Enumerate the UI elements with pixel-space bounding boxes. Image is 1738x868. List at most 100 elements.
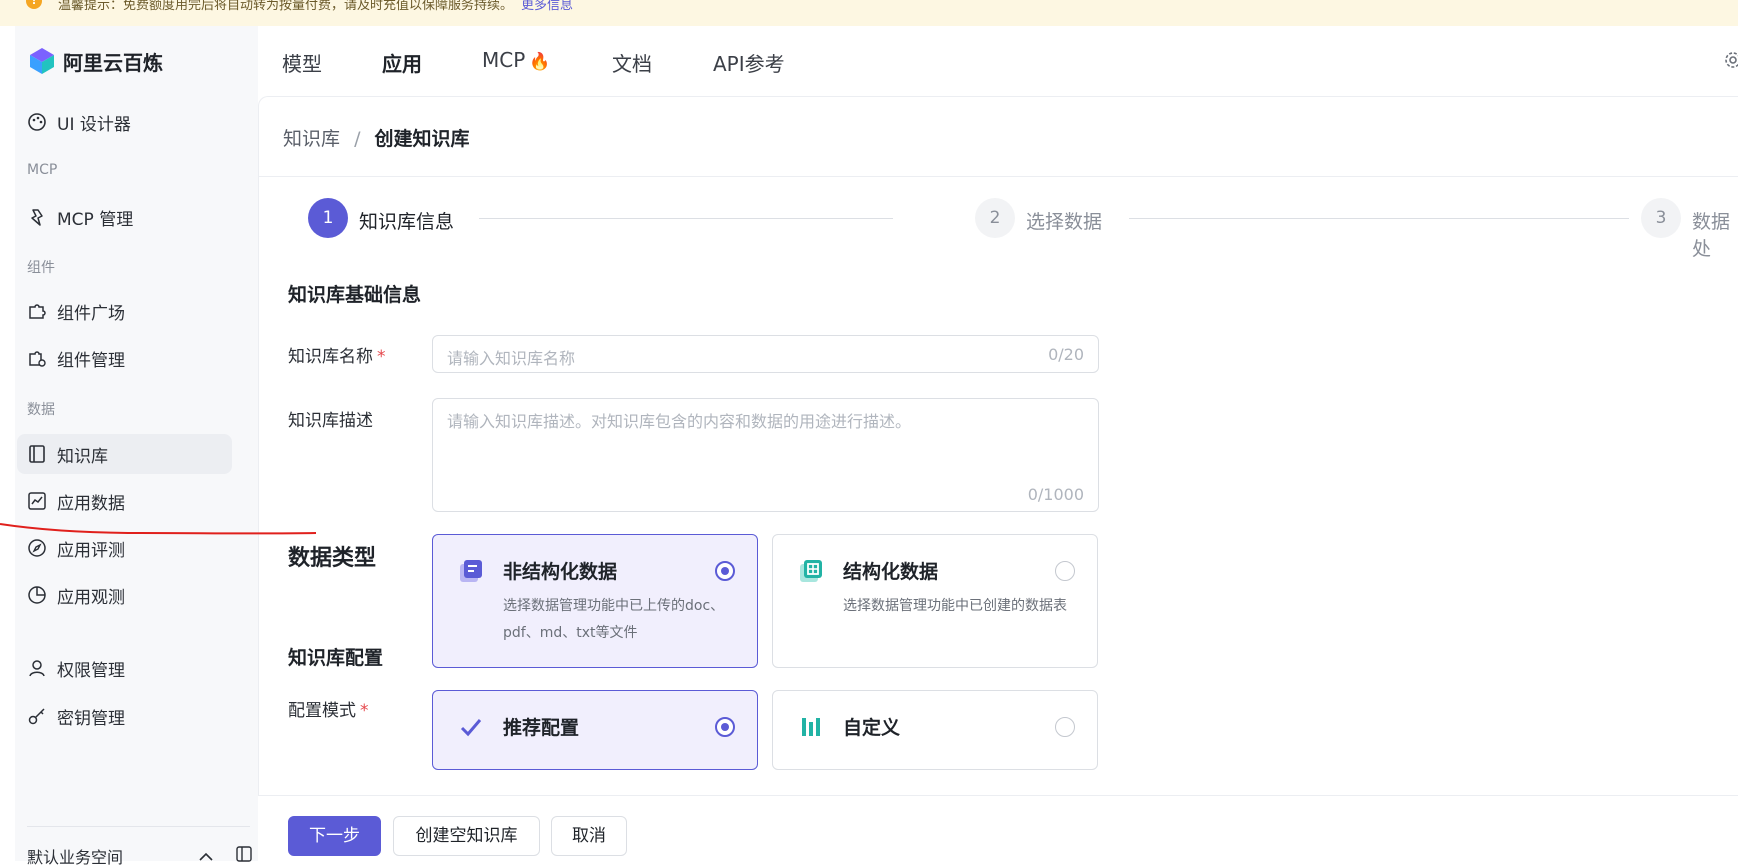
sidebar-item-keys[interactable]: 密钥管理 [17, 696, 232, 736]
footer-actions: 下一步 创建空知识库 取消 [258, 795, 1738, 861]
nav-models[interactable]: 模型 [282, 48, 322, 77]
warning-icon: ! [26, 0, 42, 9]
sidebar-divider [27, 826, 250, 827]
section-config-title: 知识库配置 [288, 647, 384, 669]
radio-unselected[interactable] [1055, 717, 1075, 737]
create-empty-kb-button[interactable]: 创建空知识库 [393, 816, 540, 856]
sidebar-item-label: 密钥管理 [57, 708, 125, 729]
name-label-text: 知识库名称 [288, 347, 373, 367]
nav-docs[interactable]: 文档 [612, 48, 652, 77]
data-type-label: 数据类型 [288, 546, 377, 571]
radio-selected[interactable] [715, 717, 735, 737]
option-title: 结构化数据 [843, 561, 939, 583]
key-icon [27, 706, 47, 726]
gear-icon[interactable] [1723, 50, 1738, 74]
check-icon [460, 719, 482, 737]
notice-message: 温馨提示：免费额度用完后将自动转为按量付费，请及时充值以保障服务持续。 [58, 0, 514, 13]
step-3-label: 数据处 [1692, 211, 1731, 260]
document-icon [460, 560, 482, 582]
config-mode-label: 配置模式 * [288, 696, 369, 721]
workspace-name: 默认业务空间 [27, 848, 124, 867]
step-connector [1129, 218, 1629, 219]
app-logo[interactable]: 阿里云百炼 [27, 46, 163, 76]
desc-field-label: 知识库描述 [288, 411, 373, 431]
line-chart-icon [27, 491, 47, 511]
sidebar-item-permissions[interactable]: 权限管理 [17, 648, 232, 688]
notice-more-link[interactable]: 更多信息 [521, 0, 573, 13]
next-step-button[interactable]: 下一步 [288, 816, 381, 856]
radio-selected[interactable] [715, 561, 735, 581]
name-input-counter: 0/20 [1048, 345, 1084, 364]
option-title: 自定义 [843, 717, 901, 739]
sidebar-item-label: 权限管理 [57, 660, 125, 681]
sidebar-item-component-manage[interactable]: 组件管理 [17, 338, 232, 378]
sidebar: 阿里云百炼 UI 设计器 MCP MCP 管理 组件 组件广场 组件管理 数据 … [15, 26, 258, 867]
cancel-button[interactable]: 取消 [551, 816, 627, 856]
radio-unselected[interactable] [1055, 561, 1075, 581]
name-input-placeholder: 请输入知识库名称 [447, 349, 576, 368]
option-title: 非结构化数据 [503, 561, 618, 583]
breadcrumb-parent[interactable]: 知识库 [283, 128, 340, 150]
sidebar-group-mcp: MCP [27, 162, 58, 178]
main-panel: 知识库 / 创建知识库 1 知识库信息 2 选择数据 3 数据处 知识库基础信息… [258, 96, 1738, 861]
sidebar-item-label: 知识库 [57, 446, 108, 467]
notice-bar: ! 温馨提示：免费额度用完后将自动转为按量付费，请及时充值以保障服务持续。 更多信… [0, 0, 1738, 26]
step-connector [479, 218, 893, 219]
sidebar-item-component-plaza[interactable]: 组件广场 [17, 291, 232, 331]
config-mode-label-text: 配置模式 [288, 701, 356, 721]
unstructured-data-option[interactable]: 非结构化数据 选择数据管理功能中已上传的doc、pdf、md、txt等文件 [432, 534, 758, 668]
sidebar-item-label: 应用观测 [57, 587, 125, 608]
nav-apps[interactable]: 应用 [382, 48, 422, 77]
step-1-number: 1 [308, 198, 348, 238]
pie-chart-icon [27, 585, 47, 605]
option-description: 选择数据管理功能中已上传的doc、pdf、md、txt等文件 [503, 598, 725, 641]
sidebar-group-components: 组件 [27, 260, 55, 276]
sliders-icon [802, 718, 820, 736]
table-icon [800, 560, 822, 582]
book-icon [27, 444, 47, 464]
structured-data-option[interactable]: 结构化数据 选择数据管理功能中已创建的数据表 [772, 534, 1098, 668]
recommended-config-option[interactable]: 推荐配置 [432, 690, 758, 770]
sidebar-item-label: 组件广场 [57, 303, 125, 324]
required-mark: * [360, 701, 369, 721]
step-1-label: 知识库信息 [359, 211, 455, 233]
nav-mcp-label: MCP [482, 48, 526, 72]
sidebar-item-label: MCP 管理 [57, 209, 134, 230]
sidebar-item-label: 应用数据 [57, 493, 125, 514]
breadcrumb-separator: / [354, 128, 361, 150]
sidebar-item-knowledge-base[interactable]: 知识库 [17, 434, 232, 474]
required-mark: * [377, 347, 386, 367]
sidebar-item-app-observe[interactable]: 应用观测 [17, 575, 232, 615]
custom-config-option[interactable]: 自定义 [772, 690, 1098, 770]
step-3-number: 3 [1641, 198, 1681, 238]
desc-input-placeholder: 请输入知识库描述。对知识库包含的内容和数据的用途进行描述。 [447, 412, 912, 431]
user-icon [27, 658, 47, 678]
knowledge-base-desc-textarea[interactable]: 请输入知识库描述。对知识库包含的内容和数据的用途进行描述。 0/1000 [432, 398, 1099, 512]
sidebar-item-app-data[interactable]: 应用数据 [17, 481, 232, 521]
chevron-up-icon[interactable] [198, 847, 214, 866]
logo-icon [30, 48, 54, 74]
red-annotation-underline [0, 523, 317, 535]
palette-icon [27, 112, 47, 132]
sidebar-item-label: UI 设计器 [57, 114, 131, 135]
puzzle-icon [27, 301, 47, 321]
sidebar-item-ui-designer[interactable]: UI 设计器 [17, 102, 232, 142]
app-name: 阿里云百炼 [63, 50, 163, 75]
sidebar-item-mcp-manage[interactable]: MCP 管理 [17, 197, 232, 237]
knowledge-base-name-input[interactable]: 请输入知识库名称 0/20 [432, 335, 1099, 373]
plug-icon [27, 207, 47, 227]
collapse-sidebar-icon[interactable] [236, 846, 252, 866]
top-navigation: 模型 应用 MCP 🔥 文档 API参考 [258, 26, 1738, 96]
desc-input-counter: 0/1000 [1027, 485, 1084, 504]
name-field-label: 知识库名称 * [288, 342, 386, 367]
step-2-number: 2 [975, 198, 1015, 238]
option-title: 推荐配置 [503, 717, 580, 739]
option-description: 选择数据管理功能中已创建的数据表 [843, 598, 1067, 614]
notice-text: 温馨提示：免费额度用完后将自动转为按量付费，请及时充值以保障服务持续。 更多信息 [58, 0, 573, 13]
breadcrumb: 知识库 / 创建知识库 [283, 124, 470, 151]
breadcrumb-current: 创建知识库 [374, 128, 470, 150]
nav-mcp[interactable]: MCP 🔥 [482, 48, 550, 72]
workspace-switcher[interactable]: 默认业务空间 [27, 844, 252, 868]
nav-api-reference[interactable]: API参考 [713, 48, 785, 77]
sidebar-group-data: 数据 [27, 402, 55, 418]
